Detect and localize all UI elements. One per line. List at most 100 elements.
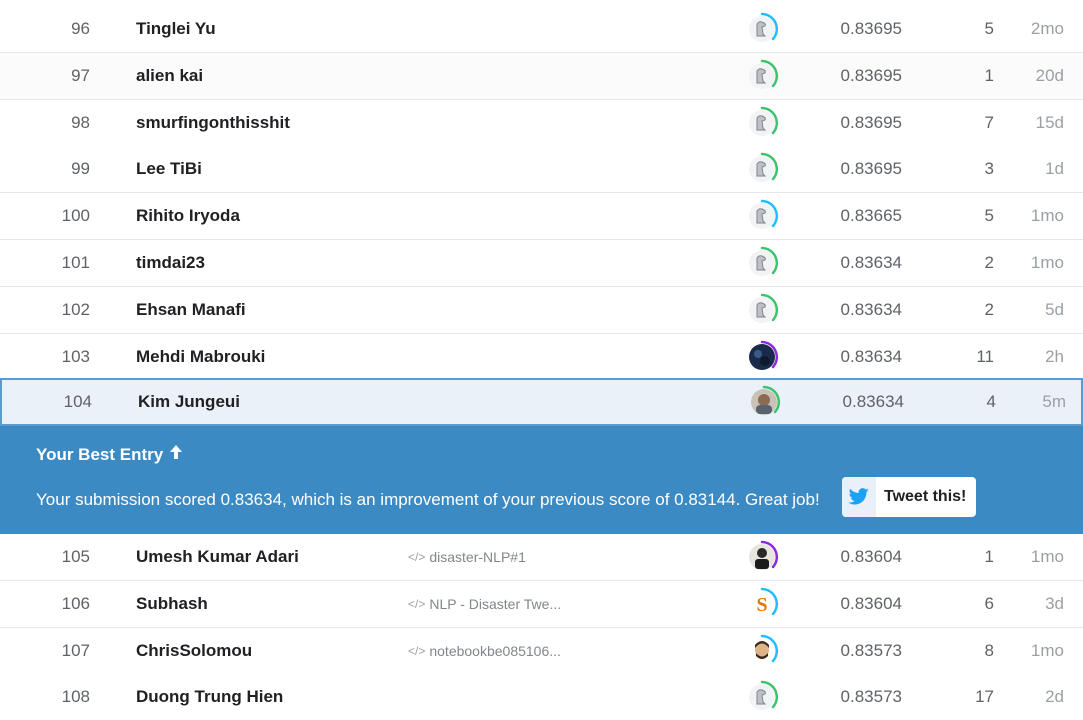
team-avatar[interactable] [744,287,780,333]
team-name-link[interactable]: alien kai [136,53,396,99]
banner-message: Your submission scored 0.83634, which is… [36,490,820,509]
row-score: 0.83573 [840,641,902,660]
team-name-link[interactable]: timdai23 [136,240,396,286]
row-rank: 102 [61,300,90,319]
team-avatar[interactable] [744,240,780,286]
team-avatar[interactable] [744,100,780,146]
leaderboard-row[interactable]: 97 alien kai 0.83695 1 20d [0,53,1083,100]
team-name-link[interactable]: Lee TiBi [136,146,396,192]
row-score: 0.83604 [840,594,902,613]
team-name-link[interactable]: Rihito Iryoda [136,193,396,239]
team-name-link[interactable]: Mehdi Mabrouki [136,334,396,380]
row-score: 0.83573 [840,687,902,706]
leaderboard-row[interactable]: 101 timdai23 0.83634 2 1mo [0,240,1083,287]
notebook-title: notebookbe085106... [429,643,561,659]
leaderboard-row[interactable]: 106 Subhash </> NLP - Disaster Twe... S 0.836… [0,581,1083,628]
arrow-up-icon [169,444,183,465]
row-last-submission: 2mo [1030,19,1064,38]
row-last-submission: 5m [1042,392,1066,411]
user-avatar-icon [745,246,779,280]
team-avatar[interactable] [744,674,780,720]
tweet-button-label: Tweet this! [884,488,967,505]
user-avatar-icon [745,152,779,186]
row-entries: 1 [984,66,994,85]
row-score: 0.83665 [840,206,902,225]
user-avatar-icon [745,12,779,46]
notebook-link [410,380,710,424]
user-avatar-icon [745,540,779,574]
team-avatar[interactable] [744,6,780,52]
leaderboard-row[interactable]: 98 smurfingonthisshit 0.83695 7 15d [0,100,1083,147]
leaderboard-row[interactable]: 104 Kim Jungeui 0.83634 4 5m [0,378,1083,426]
team-name-link[interactable]: Duong Trung Hien [136,674,396,720]
team-name-link[interactable]: smurfingonthisshit [136,100,396,146]
leaderboard-row[interactable]: 108 Duong Trung Hien 0.83573 17 2d [0,674,1083,720]
team-avatar[interactable]: S [744,581,780,627]
notebook-link [408,146,708,192]
team-name-link[interactable]: Umesh Kumar Adari [136,534,396,580]
team-name-link[interactable]: Ehsan Manafi [136,287,396,333]
row-entries: 5 [984,206,994,225]
row-entries: 2 [984,253,994,272]
notebook-link[interactable]: </> notebookbe085106... [408,628,708,674]
leaderboard-row[interactable]: 96 Tinglei Yu 0.83695 5 2mo [0,6,1083,53]
team-avatar[interactable] [746,380,782,424]
row-score: 0.83695 [840,19,902,38]
row-rank: 106 [61,594,90,613]
row-last-submission: 1mo [1030,641,1064,660]
row-rank: 103 [61,347,90,366]
row-rank: 99 [71,159,90,178]
row-last-submission: 1mo [1030,253,1064,272]
team-avatar[interactable] [744,334,780,380]
user-avatar-icon [747,385,781,419]
code-icon: </> [408,550,426,564]
team-avatar[interactable] [744,53,780,99]
row-score: 0.83634 [840,253,902,272]
notebook-link[interactable]: </> NLP - Disaster Twe... [408,581,708,627]
code-icon: </> [408,597,426,611]
row-rank: 107 [61,641,90,660]
leaderboard-row[interactable]: 107 ChrisSolomou </> notebookbe085106... 0.8… [0,628,1083,675]
notebook-link [408,193,708,239]
row-entries: 17 [975,687,994,706]
notebook-link [408,100,708,146]
row-entries: 7 [984,113,994,132]
row-entries: 1 [984,547,994,566]
team-avatar[interactable] [744,628,780,674]
row-last-submission: 1d [1045,159,1064,178]
team-avatar[interactable] [744,534,780,580]
leaderboard-row[interactable]: 103 Mehdi Mabrouki 0.83634 11 2h [0,334,1083,381]
user-avatar-icon [745,634,779,668]
notebook-link [408,334,708,380]
notebook-link[interactable]: </> disaster-NLP#1 [408,534,708,580]
team-avatar[interactable] [744,146,780,192]
leaderboard-row[interactable]: 102 Ehsan Manafi 0.83634 2 5d [0,287,1083,334]
user-avatar-icon [745,293,779,327]
row-rank: 101 [61,253,90,272]
leaderboard-row[interactable]: 100 Rihito Iryoda 0.83665 5 1mo [0,193,1083,240]
team-name-link[interactable]: ChrisSolomou [136,628,396,674]
notebook-title: disaster-NLP#1 [429,549,526,565]
row-score: 0.83695 [840,113,902,132]
row-score: 0.83634 [840,300,902,319]
row-last-submission: 5d [1045,300,1064,319]
team-name-link[interactable]: Tinglei Yu [136,6,396,52]
user-avatar-icon [745,680,779,714]
row-entries: 5 [984,19,994,38]
row-entries: 3 [984,159,994,178]
tweet-button[interactable]: Tweet this! [842,477,976,517]
row-last-submission: 3d [1045,594,1064,613]
row-rank: 98 [71,113,90,132]
notebook-link [408,6,708,52]
team-name-link[interactable]: Subhash [136,581,396,627]
leaderboard-row[interactable]: 105 Umesh Kumar Adari </> disaster-NLP#1 0.8… [0,534,1083,581]
row-last-submission: 2d [1045,687,1064,706]
notebook-link [408,287,708,333]
team-name-link[interactable]: Kim Jungeui [138,380,398,424]
row-score: 0.83604 [840,547,902,566]
notebook-title: NLP - Disaster Twe... [429,596,562,612]
row-last-submission: 1mo [1030,547,1064,566]
leaderboard-row[interactable]: 99 Lee TiBi 0.83695 3 1d [0,146,1083,193]
twitter-bird-icon [842,477,876,517]
team-avatar[interactable] [744,193,780,239]
